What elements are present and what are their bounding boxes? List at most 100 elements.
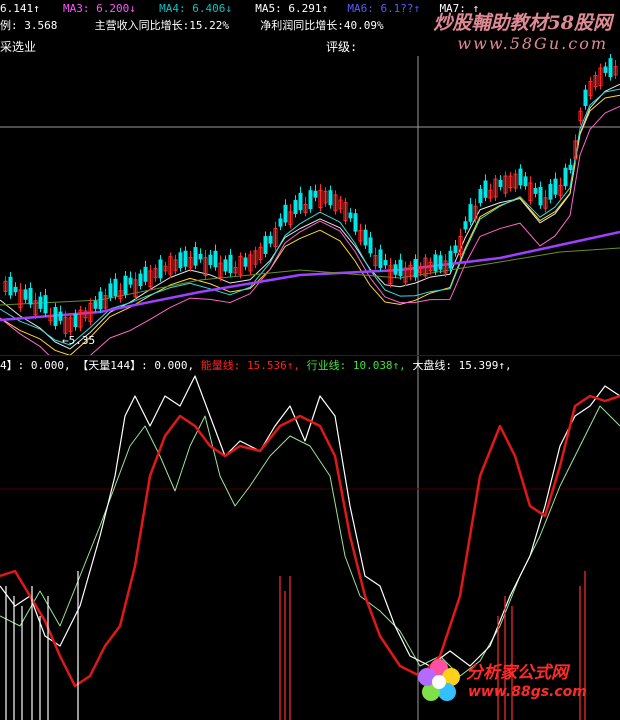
logo-title: 分析家公式网 (466, 663, 568, 683)
candle-body (568, 164, 573, 171)
candle-body (308, 190, 313, 210)
candle-body (608, 58, 613, 78)
ma-line-5 (0, 230, 620, 322)
ma-line-2 (0, 94, 620, 356)
candle-body (438, 255, 443, 270)
ma-value-ma6: MA6: 6.1??↑ (347, 2, 421, 15)
candle-body (263, 236, 268, 254)
candle-body (98, 291, 103, 310)
ma-line-1 (0, 83, 620, 350)
market-line (0, 375, 620, 667)
industry-line (0, 405, 620, 677)
candle-body (383, 260, 388, 266)
price-low-label: ←5.35 (62, 334, 95, 347)
candle-body (353, 213, 358, 232)
indicator-value-industry: 行业线: 10.038↑, (306, 359, 406, 372)
candle-body (283, 204, 288, 223)
candle-body (393, 264, 398, 275)
candle-body (328, 190, 333, 206)
ma-line-3 (0, 105, 620, 356)
candle-body (448, 250, 453, 269)
kline-chart[interactable]: ←5.35 (0, 0, 620, 356)
candle-body (553, 178, 558, 195)
candle-body (198, 253, 203, 260)
site-logo[interactable]: 分析家公式网 www.88gs.com (414, 654, 614, 712)
ma-value-ma4: MA4: 6.406↓ (159, 2, 232, 15)
indicator-value-0: 4】: 0.000, (0, 359, 71, 372)
ma-line-6 (0, 247, 620, 306)
financial-stats: 例: 3.568 主营收入同比增长:15.22% 净利润同比增长:40.09% (0, 19, 384, 32)
candle-body (293, 199, 298, 215)
indicator-value-energy: 能量线: 15.536↑, (200, 359, 300, 372)
rating-label: 评级: (326, 40, 358, 54)
watermark-title: 炒股輔助教材58股网 (433, 12, 612, 34)
industry-label: 采选业 (0, 40, 37, 54)
candle-body (208, 254, 213, 266)
candle-body (73, 313, 78, 328)
candle-body (368, 237, 373, 254)
stat-profit-growth: 净利润同比增长:40.09% (260, 19, 384, 32)
candle-body (453, 245, 458, 254)
ma-header: 6.141↑ MA3: 6.200↓ MA4: 6.406↓ MA5: 6.29… (0, 2, 479, 15)
logo-url: www.88gs.com (468, 684, 587, 700)
candle-body (213, 250, 218, 268)
stat-ratio: 例: 3.568 (0, 19, 58, 32)
candle-body (193, 247, 198, 266)
candle-body (363, 229, 368, 246)
candle-body (298, 192, 303, 211)
indicator-header: 4】: 0.000, 【天量144】: 0.000, 能量线: 15.536↑,… (0, 359, 512, 372)
candle-body (483, 180, 488, 198)
candle-body (468, 204, 473, 222)
candle-body (413, 259, 418, 278)
candle-body (8, 276, 13, 296)
candle-body (243, 257, 248, 267)
candle-body (223, 259, 228, 272)
candle-body (313, 190, 318, 198)
candle-body (158, 259, 163, 279)
indicator-value-tianliang: 【天量144】: 0.000, (77, 359, 195, 372)
energy-line (0, 394, 620, 688)
candle-body (548, 183, 553, 200)
ma-value-ma3: MA3: 6.200↓ (63, 2, 136, 15)
candle-body (538, 186, 543, 206)
candle-body (43, 295, 48, 314)
candle-body (28, 287, 33, 305)
candle-body (38, 296, 43, 309)
candle-body (533, 187, 538, 194)
candle-body (23, 289, 28, 300)
candle-body (523, 176, 528, 187)
candle-body (123, 275, 128, 295)
candle-body (143, 266, 148, 282)
kline-panel[interactable]: ←5.35 (0, 0, 620, 356)
candle-body (603, 66, 608, 73)
candle-body (563, 167, 568, 187)
candle-body (113, 278, 118, 297)
ma-value-ma5: MA5: 6.291↑ (255, 2, 329, 15)
flower-icon (418, 659, 460, 701)
candle-body (108, 283, 113, 298)
candle-body (478, 189, 483, 204)
candle-body (348, 212, 353, 219)
candle-body (128, 277, 133, 285)
candle-body (53, 307, 58, 326)
candle-body (13, 286, 18, 293)
candle-body (93, 300, 98, 309)
candle-body (463, 221, 468, 230)
watermark-url: www.58Gu.com (457, 34, 608, 53)
candle-body (178, 252, 183, 269)
candle-body (433, 254, 438, 272)
candle-body (228, 254, 233, 274)
candle-body (398, 259, 403, 277)
candle-body (183, 250, 188, 267)
candle-body (268, 235, 273, 244)
candle-body (278, 218, 283, 227)
candle-body (58, 311, 63, 321)
candle-body (138, 273, 143, 287)
ma-value-price: 6.141↑ (0, 2, 40, 15)
candle-body (518, 168, 523, 186)
candle-body (378, 249, 383, 269)
candle-body (583, 89, 588, 107)
stat-revenue-growth: 主营收入同比增长:15.22% (94, 19, 229, 32)
indicator-value-market: 大盘线: 15.399↑, (412, 359, 512, 372)
candle-body (498, 179, 503, 187)
